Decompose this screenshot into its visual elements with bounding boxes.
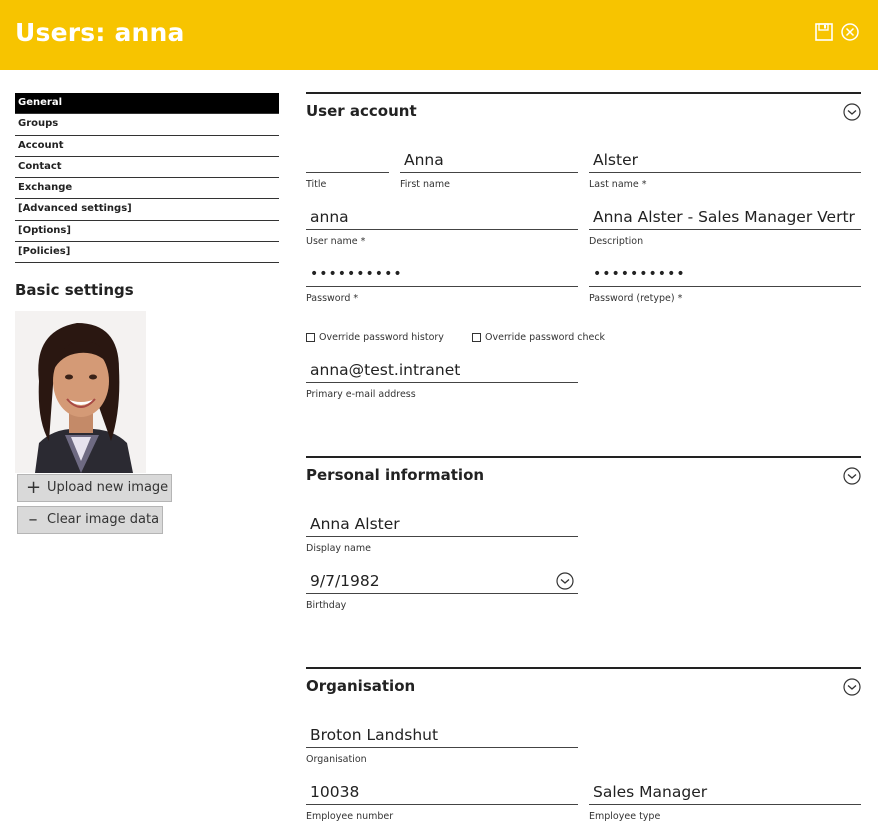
personal-information-section-title: Personal information xyxy=(306,466,485,484)
chevron-down-circle-icon xyxy=(843,103,861,121)
organisation-section-title: Organisation xyxy=(306,677,416,695)
override-password-history-checkbox[interactable]: Override password history xyxy=(306,332,444,343)
upload-new-image-button[interactable]: + Upload new image xyxy=(17,474,172,502)
primary-email-input[interactable]: anna@test.intranet xyxy=(306,359,578,383)
password-label: Password * xyxy=(306,293,359,304)
password-retype-input[interactable]: •••••••••• xyxy=(589,263,861,287)
chevron-down-circle-icon xyxy=(843,467,861,485)
chevron-down-circle-icon xyxy=(843,678,861,696)
chevron-down-circle-icon xyxy=(556,572,574,590)
user-account-section-title: User account xyxy=(306,102,417,120)
section-divider xyxy=(306,667,861,669)
last-name-input[interactable]: Alster xyxy=(589,149,861,173)
user-account-collapse-button[interactable] xyxy=(843,103,861,121)
checkbox-unchecked-icon xyxy=(306,333,315,342)
override-password-check-checkbox[interactable]: Override password check xyxy=(472,332,605,343)
employee-number-input[interactable]: 10038 xyxy=(306,781,578,805)
sidebar-item-contact[interactable]: Contact xyxy=(15,157,279,179)
description-label: Description xyxy=(589,236,644,247)
override-password-check-label: Override password check xyxy=(485,332,606,343)
organisation-input[interactable]: Broton Landshut xyxy=(306,724,578,748)
clear-image-data-label: Clear image data xyxy=(47,512,160,527)
password-input[interactable]: •••••••••• xyxy=(306,263,578,287)
personal-information-collapse-button[interactable] xyxy=(843,467,861,485)
upload-new-image-label: Upload new image xyxy=(47,480,169,495)
sidebar-item-account[interactable]: Account xyxy=(15,136,279,157)
last-name-label: Last name * xyxy=(589,179,647,190)
checkbox-unchecked-icon xyxy=(472,333,481,342)
primary-email-label: Primary e-mail address xyxy=(306,389,416,400)
title-input[interactable] xyxy=(306,149,389,173)
basic-settings-heading: Basic settings xyxy=(15,281,134,299)
sidebar-item-options[interactable]: [Options] xyxy=(15,221,279,243)
sidebar-item-advanced-settings[interactable]: [Advanced settings] xyxy=(15,199,279,221)
organisation-label: Organisation xyxy=(306,754,367,765)
close-icon xyxy=(841,23,859,41)
display-name-input[interactable]: Anna Alster xyxy=(306,513,578,537)
sidebar-item-groups[interactable]: Groups xyxy=(15,114,279,136)
save-icon xyxy=(815,23,833,41)
user-photo xyxy=(15,311,146,473)
description-input[interactable]: Anna Alster - Sales Manager Vertr xyxy=(589,206,861,230)
section-divider xyxy=(306,92,861,94)
page-title: Users: anna xyxy=(15,18,185,47)
employee-number-label: Employee number xyxy=(306,811,394,822)
employee-type-input[interactable]: Sales Manager xyxy=(589,781,861,805)
password-retype-label: Password (retype) * xyxy=(589,293,683,304)
user-name-label: User name * xyxy=(306,236,366,247)
organisation-collapse-button[interactable] xyxy=(843,678,861,696)
display-name-label: Display name xyxy=(306,543,371,554)
sidebar-item-exchange[interactable]: Exchange xyxy=(15,178,279,200)
sidebar-item-general[interactable]: General xyxy=(15,93,279,115)
first-name-input[interactable]: Anna xyxy=(400,149,578,173)
clear-image-data-button[interactable]: – Clear image data xyxy=(17,506,163,534)
birthday-picker-button[interactable] xyxy=(556,572,574,590)
title-bar: Users: anna xyxy=(0,0,878,70)
birthday-label: Birthday xyxy=(306,600,347,611)
sidebar-item-policies[interactable]: [Policies] xyxy=(15,242,279,264)
section-divider xyxy=(306,456,861,458)
user-name-input[interactable]: anna xyxy=(306,206,578,230)
birthday-input[interactable]: 9/7/1982 xyxy=(306,570,578,594)
override-password-history-label: Override password history xyxy=(319,332,444,343)
close-button[interactable] xyxy=(840,22,860,42)
title-label: Title xyxy=(306,179,327,190)
save-button[interactable] xyxy=(814,22,834,42)
plus-icon: + xyxy=(26,477,42,498)
employee-type-label: Employee type xyxy=(589,811,661,822)
sidebar-nav: General Groups Account Contact Exchange … xyxy=(15,93,279,264)
first-name-label: First name xyxy=(400,179,450,190)
minus-icon: – xyxy=(28,509,38,530)
